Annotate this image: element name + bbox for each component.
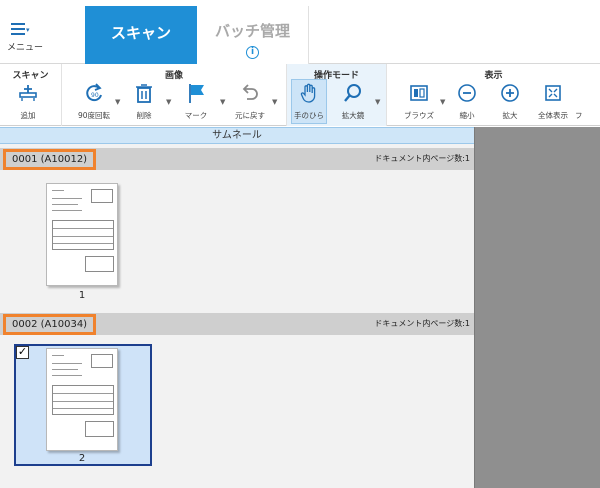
delete-dropdown-arrow-icon[interactable]: ▼: [166, 98, 171, 106]
magnifier-icon: [344, 84, 361, 102]
tool-label: 手のひら: [294, 111, 324, 120]
tool-label: 元に戻す: [235, 111, 265, 120]
top-tab-bar: ▾ メニュー スキャン バッチ管理 i: [0, 0, 600, 64]
hand-icon: [300, 83, 316, 103]
scanner-add-icon: [19, 85, 37, 101]
thumbnail-panel-header: サムネール: [0, 127, 474, 144]
mark-button[interactable]: マーク: [174, 80, 218, 124]
batch-row[interactable]: 0001 (A10012) ドキュメント内ページ数:1: [0, 148, 474, 170]
undo-dropdown-arrow-icon[interactable]: ▼: [272, 98, 277, 106]
page-select-checkbox[interactable]: ✓: [16, 346, 29, 359]
trash-icon: [136, 84, 152, 103]
magnifier-mode-button[interactable]: 拡大鏡: [331, 80, 375, 124]
page-number: 1: [78, 290, 86, 301]
page-thumbnail[interactable]: [46, 348, 118, 451]
rotate-90-icon: 90: [86, 83, 102, 102]
menu-label: メニュー: [6, 43, 43, 53]
ribbon-group-operation-mode: 操作モード 手のひら 拡大鏡 ▼: [287, 64, 387, 126]
tab-batch-management-label: バッチ管理: [214, 22, 290, 40]
zoom-out-button[interactable]: 縮小: [445, 80, 489, 124]
page-count-label: ドキュメント内ページ数:1: [374, 319, 470, 328]
rotate-90-button[interactable]: 90 90度回転: [72, 80, 116, 124]
ribbon-toolbar: スキャン 追加 画像 90 90度回転 ▼ 削除 ▼ マーク ▼ 元に戻す ▼ …: [0, 64, 600, 126]
page-number: 2: [78, 453, 86, 464]
browse-icon: [410, 85, 428, 101]
scan-add-button[interactable]: 追加: [6, 80, 50, 124]
zoom-in-icon: [501, 84, 519, 102]
hamburger-menu-icon: [11, 23, 25, 35]
tool-label: 削除: [136, 111, 152, 120]
svg-text:90: 90: [91, 92, 99, 99]
ribbon-group-display: 表示 ブラウズ ▼ 縮小 拡大 全体表示 フ: [387, 64, 600, 126]
page-thumbnail[interactable]: [46, 183, 118, 286]
fit-to-window-button[interactable]: 全体表示: [531, 80, 575, 124]
tool-label: 90度回転: [77, 111, 111, 120]
tab-scan[interactable]: スキャン: [85, 6, 197, 64]
delete-button[interactable]: 削除: [122, 80, 166, 124]
tab-batch-management[interactable]: バッチ管理 i: [197, 6, 309, 64]
ribbon-group-scan: スキャン 追加: [0, 64, 62, 126]
fit-to-window-icon: [545, 85, 561, 101]
page-count-label: ドキュメント内ページ数:1: [374, 154, 470, 163]
info-icon[interactable]: i: [246, 46, 259, 59]
rotate-dropdown-arrow-icon[interactable]: ▼: [115, 98, 120, 106]
tool-label: マーク: [184, 111, 208, 120]
browse-button[interactable]: ブラウズ: [397, 80, 441, 124]
tool-label: 追加: [20, 111, 36, 120]
tool-label: フ: [575, 111, 583, 120]
hand-mode-button[interactable]: 手のひら: [287, 79, 331, 124]
tool-label: ブラウズ: [404, 111, 434, 120]
mark-dropdown-arrow-icon[interactable]: ▼: [220, 98, 225, 106]
batch-id-label: 0001 (A10012): [3, 149, 97, 170]
undo-icon: [242, 84, 258, 100]
ribbon-group-image: 画像 90 90度回転 ▼ 削除 ▼ マーク ▼ 元に戻す ▼: [62, 64, 287, 126]
menu-button[interactable]: ▾ メニュー: [4, 18, 44, 58]
zoom-in-button[interactable]: 拡大: [488, 80, 532, 124]
magnifier-dropdown-arrow-icon[interactable]: ▼: [375, 98, 380, 106]
undo-button[interactable]: 元に戻す: [228, 80, 272, 124]
clipped-tool-button[interactable]: フ: [571, 80, 600, 124]
batch-row[interactable]: 0002 (A10034) ドキュメント内ページ数:1: [0, 313, 474, 335]
flag-icon: [189, 84, 204, 103]
image-viewer-pane[interactable]: [474, 127, 600, 488]
chevron-down-icon: ▾: [26, 26, 30, 34]
zoom-out-icon: [458, 84, 476, 102]
batch-id-label: 0002 (A10034): [3, 314, 97, 335]
